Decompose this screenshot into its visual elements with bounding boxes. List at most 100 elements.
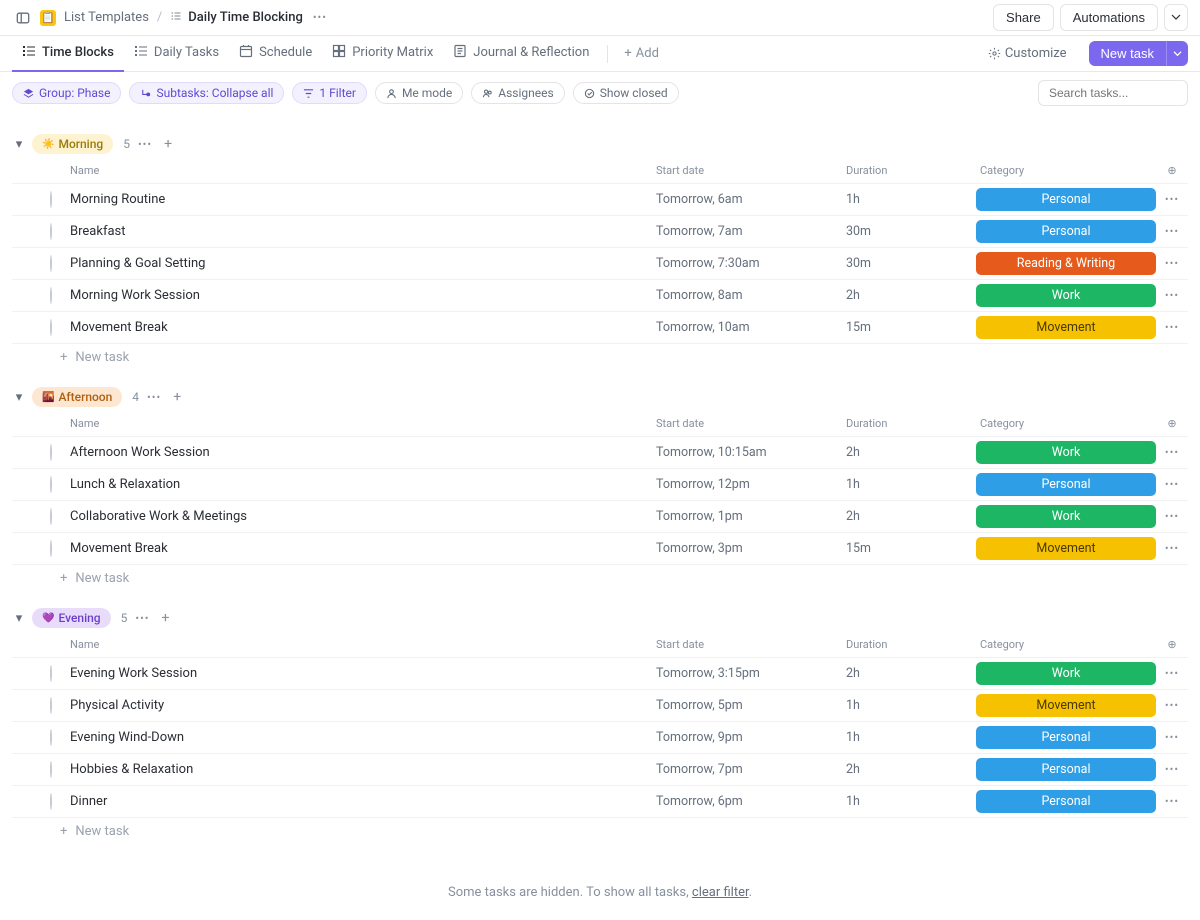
new-task-dropdown[interactable]	[1166, 41, 1188, 66]
status-circle[interactable]	[50, 508, 52, 525]
task-start-date[interactable]: Tomorrow, 3:15pm	[656, 666, 846, 681]
clear-filter-link[interactable]: clear filter	[692, 885, 749, 900]
task-start-date[interactable]: Tomorrow, 1pm	[656, 509, 846, 524]
group-more-icon[interactable]: •••	[133, 612, 151, 625]
add-column-icon[interactable]: ⊕	[1156, 638, 1188, 651]
status-circle[interactable]	[50, 223, 52, 240]
row-more-icon[interactable]: •••	[1156, 763, 1188, 776]
task-duration[interactable]: 15m	[846, 320, 976, 335]
new-task-row[interactable]: +New task	[12, 344, 1188, 371]
category-pill[interactable]: Personal	[976, 758, 1156, 781]
task-name[interactable]: Dinner	[70, 794, 656, 809]
group-pill[interactable]: Group: Phase	[12, 82, 121, 104]
row-more-icon[interactable]: •••	[1156, 731, 1188, 744]
top-more-button[interactable]	[1164, 4, 1188, 31]
assignees-pill[interactable]: Assignees	[471, 82, 564, 104]
task-duration[interactable]: 2h	[846, 762, 976, 777]
status-circle[interactable]	[50, 444, 52, 461]
category-pill[interactable]: Personal	[976, 188, 1156, 211]
task-start-date[interactable]: Tomorrow, 7:30am	[656, 256, 846, 271]
task-name[interactable]: Hobbies & Relaxation	[70, 762, 656, 777]
tab-time-blocks[interactable]: Time Blocks	[12, 36, 124, 72]
task-row[interactable]: Collaborative Work & MeetingsTomorrow, 1…	[12, 501, 1188, 533]
task-duration[interactable]: 2h	[846, 666, 976, 681]
new-task-row[interactable]: +New task	[12, 565, 1188, 592]
search-input[interactable]	[1038, 80, 1188, 106]
col-start[interactable]: Start date	[656, 638, 846, 651]
tab-priority-matrix[interactable]: Priority Matrix	[322, 36, 443, 72]
status-circle[interactable]	[50, 540, 52, 557]
task-duration[interactable]: 15m	[846, 541, 976, 556]
task-name[interactable]: Movement Break	[70, 541, 656, 556]
row-more-icon[interactable]: •••	[1156, 289, 1188, 302]
status-circle[interactable]	[50, 476, 52, 493]
status-circle[interactable]	[50, 793, 52, 810]
category-pill[interactable]: Personal	[976, 473, 1156, 496]
category-pill[interactable]: Movement	[976, 316, 1156, 339]
new-task-button[interactable]: New task	[1089, 41, 1166, 66]
row-more-icon[interactable]: •••	[1156, 193, 1188, 206]
col-category[interactable]: Category	[976, 638, 1156, 651]
group-add-icon[interactable]: +	[169, 389, 185, 405]
task-row[interactable]: Physical ActivityTomorrow, 5pm1hMovement…	[12, 690, 1188, 722]
group-add-icon[interactable]: +	[158, 610, 174, 626]
task-row[interactable]: Evening Work SessionTomorrow, 3:15pm2hWo…	[12, 658, 1188, 690]
task-name[interactable]: Breakfast	[70, 224, 656, 239]
task-duration[interactable]: 1h	[846, 192, 976, 207]
task-start-date[interactable]: Tomorrow, 7am	[656, 224, 846, 239]
task-row[interactable]: Movement BreakTomorrow, 10am15mMovement•…	[12, 312, 1188, 344]
collapse-caret-icon[interactable]: ▾	[12, 137, 26, 152]
category-pill[interactable]: Movement	[976, 537, 1156, 560]
row-more-icon[interactable]: •••	[1156, 321, 1188, 334]
breadcrumb-current[interactable]: Daily Time Blocking	[170, 10, 303, 26]
task-name[interactable]: Morning Work Session	[70, 288, 656, 303]
share-button[interactable]: Share	[993, 4, 1054, 31]
task-row[interactable]: Morning Work SessionTomorrow, 8am2hWork•…	[12, 280, 1188, 312]
task-row[interactable]: BreakfastTomorrow, 7am30mPersonal•••	[12, 216, 1188, 248]
tab-daily-tasks[interactable]: Daily Tasks	[124, 36, 229, 72]
customize-button[interactable]: Customize	[978, 41, 1077, 66]
status-circle[interactable]	[50, 319, 52, 336]
col-duration[interactable]: Duration	[846, 164, 976, 177]
task-row[interactable]: Evening Wind-DownTomorrow, 9pm1hPersonal…	[12, 722, 1188, 754]
tab-journal-reflection[interactable]: Journal & Reflection	[443, 36, 599, 72]
task-duration[interactable]: 1h	[846, 477, 976, 492]
breadcrumb-parent[interactable]: List Templates	[64, 10, 149, 25]
col-duration[interactable]: Duration	[846, 638, 976, 651]
row-more-icon[interactable]: •••	[1156, 510, 1188, 523]
task-name[interactable]: Evening Work Session	[70, 666, 656, 681]
category-pill[interactable]: Personal	[976, 726, 1156, 749]
show-closed-pill[interactable]: Show closed	[573, 82, 679, 104]
task-start-date[interactable]: Tomorrow, 5pm	[656, 698, 846, 713]
phase-badge[interactable]: 💜Evening	[32, 608, 111, 628]
col-category[interactable]: Category	[976, 417, 1156, 430]
task-duration[interactable]: 30m	[846, 224, 976, 239]
me-mode-pill[interactable]: Me mode	[375, 82, 463, 104]
col-name[interactable]: Name	[70, 638, 656, 651]
col-name[interactable]: Name	[70, 417, 656, 430]
task-row[interactable]: Afternoon Work SessionTomorrow, 10:15am2…	[12, 437, 1188, 469]
task-duration[interactable]: 1h	[846, 730, 976, 745]
task-start-date[interactable]: Tomorrow, 7pm	[656, 762, 846, 777]
task-start-date[interactable]: Tomorrow, 6am	[656, 192, 846, 207]
status-circle[interactable]	[50, 191, 52, 208]
col-start[interactable]: Start date	[656, 164, 846, 177]
tab-schedule[interactable]: Schedule	[229, 36, 322, 72]
col-start[interactable]: Start date	[656, 417, 846, 430]
group-add-icon[interactable]: +	[160, 136, 176, 152]
category-pill[interactable]: Personal	[976, 220, 1156, 243]
task-name[interactable]: Movement Break	[70, 320, 656, 335]
phase-badge[interactable]: 🌇Afternoon	[32, 387, 122, 407]
status-circle[interactable]	[50, 729, 52, 746]
status-circle[interactable]	[50, 665, 52, 682]
task-name[interactable]: Lunch & Relaxation	[70, 477, 656, 492]
task-row[interactable]: Lunch & RelaxationTomorrow, 12pm1hPerson…	[12, 469, 1188, 501]
task-start-date[interactable]: Tomorrow, 6pm	[656, 794, 846, 809]
task-name[interactable]: Evening Wind-Down	[70, 730, 656, 745]
row-more-icon[interactable]: •••	[1156, 795, 1188, 808]
row-more-icon[interactable]: •••	[1156, 542, 1188, 555]
phase-badge[interactable]: ☀️Morning	[32, 134, 113, 154]
col-name[interactable]: Name	[70, 164, 656, 177]
task-duration[interactable]: 1h	[846, 794, 976, 809]
task-start-date[interactable]: Tomorrow, 9pm	[656, 730, 846, 745]
